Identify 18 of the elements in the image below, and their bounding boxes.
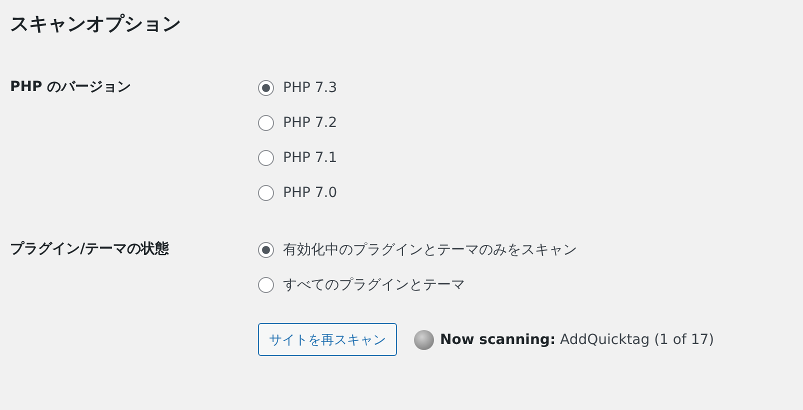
setting-label: PHP のバージョン [10, 78, 132, 97]
option-label[interactable]: すべてのプラグインとテーマ [283, 276, 465, 294]
option-label[interactable]: PHP 7.2 [283, 114, 338, 130]
option-label[interactable]: PHP 7.3 [283, 80, 338, 96]
scan-status: Now scanning: AddQuicktag (1 of 17) [440, 332, 714, 348]
rescan-button[interactable]: サイトを再スキャン [258, 323, 397, 356]
radio-button[interactable] [258, 150, 274, 166]
spinner-icon [414, 330, 434, 350]
setting-label: プラグイン/テーマの状態 [10, 240, 170, 259]
option-label[interactable]: PHP 7.0 [283, 184, 338, 200]
radio-button[interactable] [258, 80, 274, 96]
radio-button[interactable] [258, 276, 274, 292]
option-label[interactable]: 有効化中のプラグインとテーマのみをスキャン [283, 240, 577, 258]
radio-button[interactable] [258, 242, 274, 258]
radio-button[interactable] [258, 184, 274, 200]
section-heading: スキャンオプション [10, 12, 182, 37]
radio-button[interactable] [258, 114, 274, 130]
option-label[interactable]: PHP 7.1 [283, 150, 338, 166]
